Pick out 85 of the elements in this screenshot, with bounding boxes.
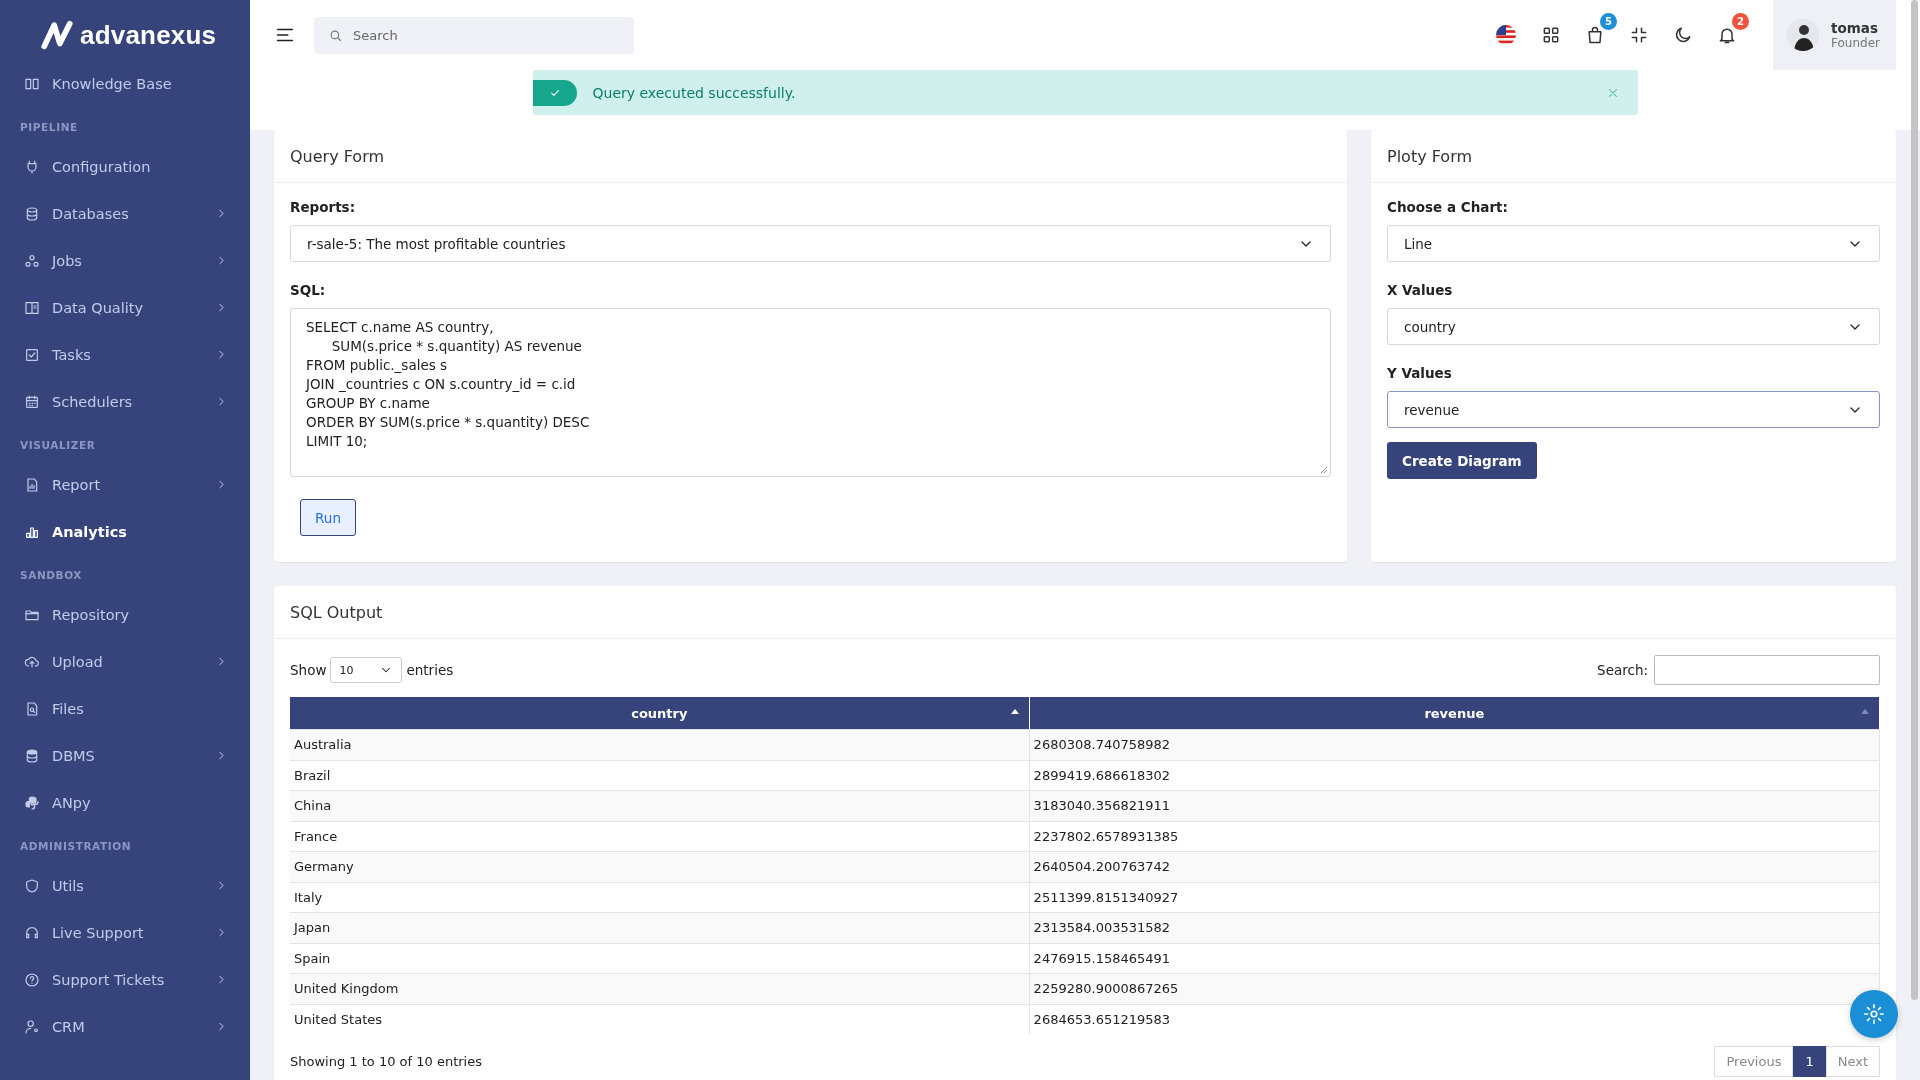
search-field[interactable]: Search bbox=[314, 16, 634, 54]
calendar-icon bbox=[24, 393, 40, 410]
scrollbar[interactable] bbox=[1911, 0, 1918, 1000]
headset-icon bbox=[24, 924, 40, 941]
sidebar-item[interactable]: Schedulers bbox=[0, 378, 250, 425]
reports-select[interactable]: r-sale-5: The most profitable countries bbox=[290, 225, 1331, 262]
user-name: tomas bbox=[1831, 20, 1879, 36]
sidebar-item[interactable]: Data Quality bbox=[0, 284, 250, 331]
page-size-select[interactable]: 10 bbox=[330, 657, 403, 683]
database-icon bbox=[24, 747, 40, 764]
sql-editor[interactable]: SELECT c.name AS country, SUM(s.price * s.quantity) AS revenue FROM public._sales s JOIN _countries c ON s.country_id = c.id GROUP BY c.name ORDER BY SUM(s.price * s.quantity) DESC LIMIT 10; bbox=[290, 308, 1331, 477]
sidebar-section-title: VISUALIZER bbox=[19, 438, 97, 453]
notification-badge: 2 bbox=[1732, 13, 1750, 30]
alert-message: Query executed successfully. bbox=[592, 84, 797, 101]
card-title: Query Form bbox=[290, 146, 384, 166]
help-icon bbox=[24, 971, 40, 988]
table-cell: United Kingdom bbox=[290, 973, 1030, 1004]
field-label: Y Values bbox=[1387, 365, 1453, 381]
sidebar-item[interactable]: Databases bbox=[0, 190, 250, 237]
table-cell: Japan bbox=[290, 912, 1030, 943]
chart-select[interactable]: country bbox=[1387, 308, 1880, 345]
sidebar-item[interactable]: Jobs bbox=[0, 237, 250, 284]
user-gear-icon bbox=[24, 1018, 40, 1035]
table-cell: 2680308.740758982 bbox=[1029, 729, 1880, 760]
field-label: Reports: bbox=[290, 199, 357, 215]
table-cell: 2259280.9000867265 bbox=[1029, 973, 1880, 1004]
cart-badge: 5 bbox=[1600, 13, 1618, 30]
table-cell: United States bbox=[290, 1004, 1030, 1034]
database-icon bbox=[24, 205, 40, 222]
sidebar-section-title: PIPELINE bbox=[19, 120, 79, 135]
sidebar-item[interactable]: Knowledge Base bbox=[0, 60, 250, 107]
sidebar-item[interactable]: Live Support bbox=[0, 909, 250, 956]
circles-icon bbox=[24, 252, 40, 269]
file-search-icon bbox=[24, 700, 40, 717]
sidebar-item[interactable]: DBMS bbox=[0, 732, 250, 779]
sidebar-item[interactable]: Upload bbox=[0, 638, 250, 685]
field-label: SQL: bbox=[290, 282, 327, 298]
sidebar-item[interactable]: Tasks bbox=[0, 331, 250, 378]
plug-icon bbox=[24, 158, 40, 175]
chart-select[interactable]: Line bbox=[1387, 225, 1880, 262]
chart-select[interactable]: revenue bbox=[1387, 391, 1880, 428]
report-icon bbox=[24, 476, 40, 493]
search-label: Search: bbox=[1597, 662, 1648, 678]
avatar bbox=[1787, 19, 1820, 51]
field-label: Choose a Chart: bbox=[1387, 199, 1509, 215]
sidebar-item[interactable]: Utils bbox=[0, 862, 250, 909]
entries-label: entries bbox=[406, 662, 454, 678]
sidebar-item[interactable]: Repository bbox=[0, 591, 250, 638]
sidebar-item[interactable]: Configuration bbox=[0, 143, 250, 190]
user-role: Founder bbox=[1831, 36, 1880, 50]
pagination-button[interactable]: Next bbox=[1825, 1046, 1880, 1077]
column-header[interactable]: revenue bbox=[1029, 697, 1880, 730]
sidebar-item[interactable]: CRM bbox=[0, 1003, 250, 1050]
sidebar-item[interactable]: Files bbox=[0, 685, 250, 732]
column-header[interactable]: country bbox=[290, 697, 1030, 730]
sidebar-item[interactable]: Analytics bbox=[0, 508, 250, 555]
table-cell: Australia bbox=[290, 729, 1030, 760]
shield-icon bbox=[24, 877, 40, 894]
pagination-button[interactable]: Previous bbox=[1714, 1046, 1794, 1077]
sidebar-item[interactable]: Support Tickets bbox=[0, 956, 250, 1003]
user-menu[interactable]: tomas Founder bbox=[1773, 0, 1896, 70]
pagination-button[interactable]: 1 bbox=[1793, 1046, 1826, 1077]
sidebar-section-title: ADMINISTRATION bbox=[19, 839, 133, 854]
resize-grip-icon[interactable] bbox=[1320, 466, 1328, 474]
run-button[interactable]: Run bbox=[300, 499, 356, 536]
field-label: X Values bbox=[1387, 282, 1454, 298]
table-info: Showing 1 to 10 of 10 entries bbox=[290, 1054, 482, 1069]
logo-icon bbox=[40, 18, 74, 52]
show-label: Show bbox=[290, 662, 327, 678]
brand-name: advanexus bbox=[80, 19, 217, 51]
table-search-field[interactable] bbox=[1654, 655, 1880, 685]
table-cell: 2640504.200763742 bbox=[1029, 851, 1880, 882]
card-title: Ploty Form bbox=[1387, 146, 1472, 166]
sidebar-section-title: SANDBOX bbox=[19, 568, 84, 583]
checkbox-icon bbox=[24, 346, 40, 363]
card-title: SQL Output bbox=[290, 602, 383, 622]
create-diagram-button[interactable]: Create Diagram bbox=[1387, 442, 1537, 479]
flag-icon[interactable] bbox=[1495, 24, 1518, 46]
sidebar-item[interactable]: Report bbox=[0, 461, 250, 508]
table-cell: Germany bbox=[290, 851, 1030, 882]
sidebar-item[interactable]: ANpy bbox=[0, 779, 250, 826]
table-cell: 2313584.003531582 bbox=[1029, 912, 1880, 943]
table-cell: 3183040.356821911 bbox=[1029, 790, 1880, 821]
layout-icon bbox=[24, 299, 40, 316]
table-cell: China bbox=[290, 790, 1030, 821]
